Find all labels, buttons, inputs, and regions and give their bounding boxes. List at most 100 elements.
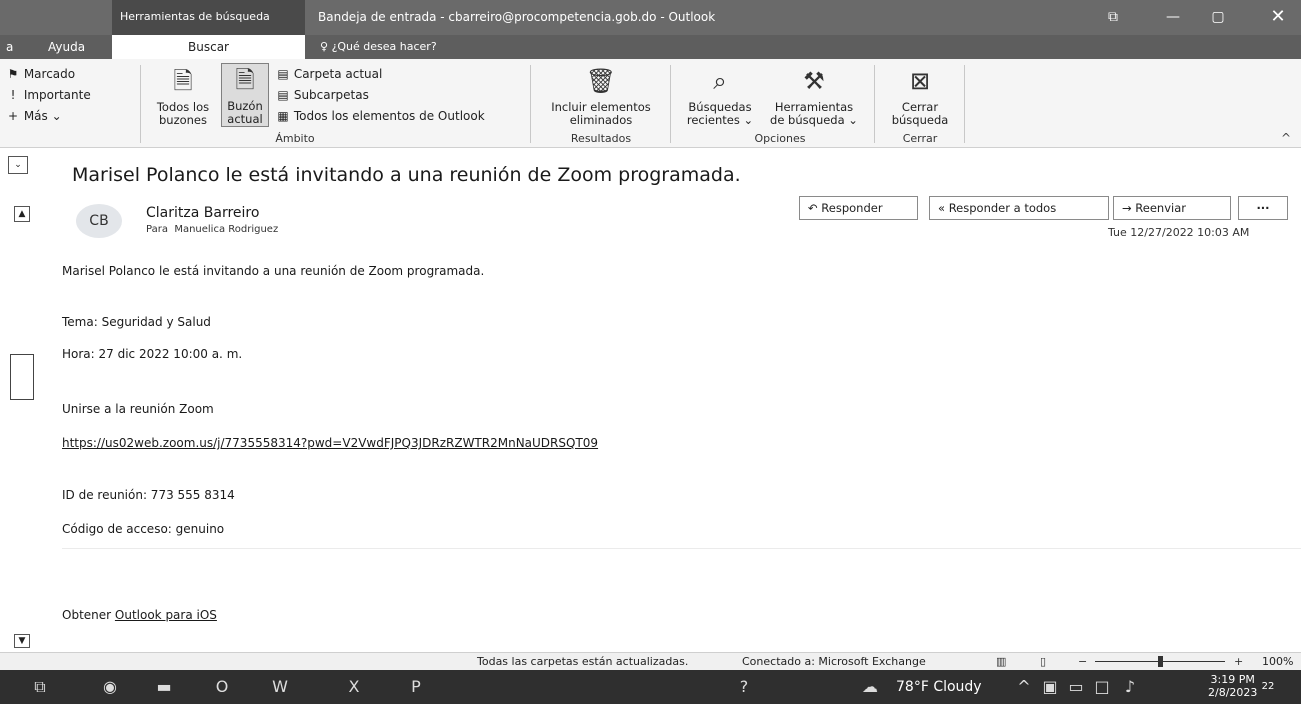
context-tab-label: Herramientas de búsqueda (120, 10, 270, 23)
status-folders: Todas las carpetas están actualizadas. (477, 655, 689, 668)
body-join-label: Unirse a la reunión Zoom (62, 402, 214, 416)
scroll-down-icon[interactable]: ▼ (14, 634, 30, 648)
scrollbar-thumb[interactable] (10, 354, 34, 400)
network-icon[interactable]: ▣ (1036, 675, 1064, 699)
volume-icon[interactable]: ♪ (1116, 675, 1144, 699)
chevron-down-icon[interactable]: ⌄ (8, 156, 28, 174)
current-mailbox-button[interactable]: 🗎 Buzón actual (221, 63, 269, 127)
subfolders-icon: ▤ (277, 88, 289, 102)
include-deleted-button[interactable]: 🗑 Incluir elementos eliminados (540, 65, 662, 127)
body-topic: Tema: Seguridad y Salud (62, 315, 211, 329)
close-search-button[interactable]: ⊠ Cerrar búsqueda (882, 65, 958, 127)
plus-icon: + (7, 109, 19, 123)
all-mailboxes-label-2: buzones (158, 113, 208, 127)
word-icon[interactable]: W (266, 675, 294, 699)
include-deleted-label-1: Incluir elementos (551, 100, 651, 114)
close-search-label-2: búsqueda (891, 113, 949, 127)
all-mailboxes-button[interactable]: 🗎 Todos los buzones (148, 65, 218, 127)
ribbon-tabs: a Ayuda Buscar ♀ ¿Qué desea hacer? (0, 35, 1301, 59)
maximize-icon[interactable]: ▢ (1195, 4, 1241, 30)
reading-view-icon[interactable]: ▯ (1040, 655, 1046, 668)
filter-important[interactable]: ! Importante (6, 88, 91, 102)
avatar[interactable]: CB (76, 204, 122, 238)
recipient-name[interactable]: Manuelica Rodriguez (174, 224, 278, 235)
outlook-icon[interactable]: O (208, 675, 236, 699)
taskbar: ⧉ ◉ ▬ O W X P ? ☁ 78°F Cloudy ^ ▣ ▭ □ ♪ … (0, 670, 1301, 704)
weather-text[interactable]: 78°F Cloudy (896, 679, 982, 695)
tab-partial[interactable]: a (6, 35, 13, 59)
file-explorer-icon[interactable]: ▬ (150, 675, 178, 699)
ribbon: ⚑ Marcado ! Importante + Más ⌄ 🗎 Todos l… (0, 59, 1301, 148)
zoom-meeting-link[interactable]: https://us02web.zoom.us/j/7735558314?pwd… (62, 436, 598, 450)
minimize-icon[interactable]: — (1150, 4, 1196, 30)
chevron-up-icon[interactable]: ^ (1010, 675, 1038, 699)
task-view-icon[interactable]: ⧉ (26, 675, 54, 699)
normal-view-icon[interactable]: ▥ (996, 655, 1006, 668)
message-timestamp: Tue 12/27/2022 10:03 AM (1108, 226, 1250, 239)
search-tools-button[interactable]: ⚒ Herramientas de búsqueda ⌄ (762, 65, 866, 127)
scroll-up-icon[interactable]: ▲ (14, 206, 30, 222)
display-icon[interactable]: □ (1088, 675, 1116, 699)
battery-icon[interactable]: ▭ (1062, 675, 1090, 699)
important-icon: ! (10, 88, 16, 102)
tools-icon: ⚒ (803, 67, 825, 95)
tab-ayuda[interactable]: Ayuda (48, 35, 85, 59)
restore-icon[interactable]: ⧉ (1090, 4, 1136, 30)
reply-label: Responder (821, 201, 883, 215)
recent-searches-button[interactable]: ⌕ Búsquedas recientes ⌄ (680, 65, 760, 127)
reply-all-button[interactable]: « Responder a todos (929, 196, 1109, 220)
weather-cloud-icon: ☁ (862, 677, 878, 696)
body-intro: Marisel Polanco le está invitando a una … (62, 264, 485, 278)
outlook-items-icon: ▦ (277, 109, 289, 123)
filter-more[interactable]: + Más ⌄ (6, 109, 62, 123)
reply-button[interactable]: ↶ Responder (799, 196, 918, 220)
ribbon-divider (874, 65, 875, 143)
chrome-icon[interactable]: ◉ (96, 675, 124, 699)
current-mailbox-label-1: Buzón (227, 99, 263, 113)
current-folder-button[interactable]: ▤ Carpeta actual (276, 67, 382, 81)
context-tab-search-tools[interactable]: Herramientas de búsqueda (112, 0, 305, 35)
group-label-scope: Ámbito (275, 132, 315, 145)
body-footer: Obtener Outlook para iOS (62, 608, 217, 622)
message-subject: Marisel Polanco le está invitando a una … (72, 164, 741, 186)
tell-me-box[interactable]: ♀ ¿Qué desea hacer? (320, 35, 437, 59)
flag-icon: ⚑ (7, 67, 19, 81)
filter-flagged[interactable]: ⚑ Marcado (6, 67, 76, 81)
powerpoint-icon[interactable]: P (402, 675, 430, 699)
recent-searches-label-2: recientes ⌄ (686, 113, 754, 127)
all-outlook-items-label: Todos los elementos de Outlook (293, 109, 485, 123)
more-actions-button[interactable]: ··· (1238, 196, 1288, 220)
zoom-out-icon[interactable]: − (1078, 655, 1087, 668)
zoom-slider-thumb[interactable] (1158, 656, 1163, 667)
forward-button[interactable]: → Reenviar (1113, 196, 1231, 220)
clock-time: 3:19 PM (1210, 673, 1255, 686)
status-connection: Conectado a: Microsoft Exchange (742, 655, 926, 668)
tab-buscar[interactable]: Buscar (112, 35, 305, 59)
ribbon-divider (964, 65, 965, 143)
help-icon[interactable]: ? (730, 675, 758, 699)
taskbar-clock[interactable]: 3:19 PM 2/8/2023 (1208, 673, 1257, 699)
excel-icon[interactable]: X (340, 675, 368, 699)
search-icon: ⌕ (713, 67, 727, 95)
current-folder-label: Carpeta actual (293, 67, 383, 81)
reply-icon: ↶ (808, 201, 818, 215)
reply-all-icon: « (938, 201, 946, 215)
body-divider (62, 548, 1301, 549)
notification-count: 22 (1261, 681, 1275, 692)
close-icon[interactable]: ✕ (1255, 4, 1301, 30)
sender-name[interactable]: Claritza Barreiro (146, 205, 259, 221)
all-outlook-items-button[interactable]: ▦ Todos los elementos de Outlook (276, 109, 485, 123)
body-meeting-id: ID de reunión: 773 555 8314 (62, 488, 235, 502)
status-bar: Todas las carpetas están actualizadas. C… (0, 652, 1301, 670)
notifications-icon[interactable]: 22 (1253, 675, 1283, 699)
collapse-ribbon-icon[interactable]: ^ (1281, 131, 1291, 145)
forward-label: Reenviar (1135, 201, 1186, 215)
outlook-ios-link[interactable]: Outlook para iOS (115, 608, 217, 622)
zoom-in-icon[interactable]: + (1234, 655, 1243, 668)
subfolders-button[interactable]: ▤ Subcarpetas (276, 88, 369, 102)
left-scroll-strip: ⌄ ▲ ▼ (0, 148, 38, 656)
zoom-level: 100% (1262, 655, 1294, 668)
filter-important-label: Importante (23, 88, 91, 102)
forward-icon: → (1122, 201, 1132, 215)
title-bar: Herramientas de búsqueda Bandeja de entr… (0, 0, 1301, 35)
